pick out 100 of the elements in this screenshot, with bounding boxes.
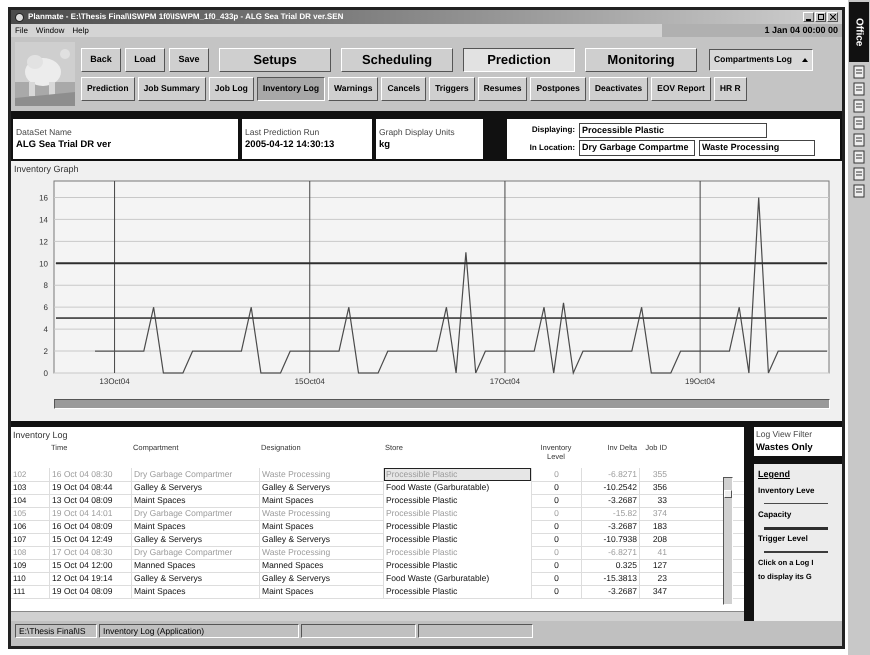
table-cell: 17 Oct 04 08:30	[49, 546, 131, 559]
document-icon[interactable]	[852, 82, 866, 96]
info-value: kg	[379, 138, 392, 152]
info-value: 2005-04-12 14:30:13	[245, 138, 336, 152]
document-icon[interactable]	[852, 133, 866, 147]
menu-item[interactable]: Window	[32, 24, 68, 36]
table-cell: 0	[531, 533, 581, 546]
table-cell: Galley & Serverys	[131, 533, 259, 546]
document-icon[interactable]	[852, 99, 866, 113]
minimize-button[interactable]	[803, 12, 814, 22]
table-cell: Maint Spaces	[131, 585, 259, 598]
view-tab[interactable]: Deactivates	[588, 76, 648, 100]
table-cell: 208	[639, 533, 669, 546]
info-label: Last Prediction Run	[245, 126, 320, 138]
row-number: 103	[12, 482, 28, 494]
info-label: DataSet Name	[16, 126, 73, 138]
view-tab[interactable]: Inventory Log	[256, 76, 326, 100]
table-cell: 0	[531, 559, 581, 572]
view-tab[interactable]: Prediction	[81, 76, 135, 100]
view-tab[interactable]: EOV Report	[651, 76, 711, 100]
tick-label: 17Oct04	[490, 376, 520, 386]
window-title: Planmate - E:\Thesis Final\ISWPM 1f0\ISWPM_1f0_433p - ALG Sea Trial DR ver.SEN	[28, 11, 344, 23]
filter-label: Log View Filter	[756, 428, 814, 441]
mode-tab[interactable]: Scheduling	[341, 48, 453, 72]
row-number: 111	[12, 586, 26, 598]
menu-item[interactable]: Help	[68, 24, 93, 36]
location-field: Dry Garbage Compartme	[579, 140, 695, 156]
table-cell: Maint Spaces	[131, 494, 259, 507]
menu-item[interactable]: File	[11, 24, 32, 36]
status-pane: E:\Thesis Final\IS	[15, 624, 97, 638]
table-cell: -15.3813	[581, 572, 639, 585]
tick-label: 15Oct04	[294, 376, 325, 386]
vertical-scrollbar[interactable]	[723, 477, 733, 605]
file-button[interactable]: Back	[81, 48, 121, 72]
table-cell: 0	[531, 468, 581, 481]
table-cell: -6.8271	[581, 546, 639, 559]
table-cell: 0	[531, 481, 581, 494]
document-icon[interactable]	[852, 65, 866, 79]
table-cell: 0	[531, 520, 581, 533]
view-tab[interactable]: Job Log	[208, 76, 254, 100]
view-tab[interactable]: Resumes	[478, 76, 528, 100]
table-cell: Galley & Serverys	[131, 481, 259, 494]
document-icon[interactable]	[852, 184, 866, 198]
table-cell: 23	[639, 572, 669, 585]
table-cell: -10.2542	[581, 481, 639, 494]
legend-line-icon	[764, 502, 828, 506]
table-cell: 0.325	[581, 559, 639, 572]
table-cell: 15 Oct 04 12:49	[49, 533, 131, 546]
location-label: In Location:	[528, 142, 575, 154]
table-cell: Processible Plastic	[383, 494, 531, 507]
mode-tab[interactable]: Setups	[219, 48, 331, 72]
table-cell: -15.82	[581, 507, 639, 520]
mode-tab[interactable]: Monitoring	[585, 48, 697, 72]
close-button[interactable]	[827, 12, 838, 22]
mode-tab[interactable]: Prediction	[463, 48, 575, 72]
log-title: Inventory Log	[12, 429, 69, 442]
log-dropdown[interactable]: Compartments Log	[709, 48, 813, 70]
maximize-button[interactable]	[815, 12, 826, 22]
horizontal-scrollbar[interactable]	[54, 398, 830, 408]
table-cell: 347	[639, 585, 669, 598]
document-icon[interactable]	[852, 116, 866, 130]
minimize-icon	[806, 19, 811, 21]
view-tab[interactable]: Cancels	[381, 76, 426, 100]
tick-label: 2	[44, 346, 48, 356]
status-pane: Inventory Log (Application)	[99, 624, 299, 638]
info-value: ALG Sea Trial DR ver	[16, 138, 112, 152]
graph-title: Inventory Graph	[14, 163, 80, 176]
location-field: Waste Processing	[699, 140, 815, 156]
legend-line-icon	[764, 526, 828, 530]
table-cell: Dry Garbage Compartmer	[131, 507, 259, 520]
document-icon[interactable]	[852, 150, 866, 164]
table-cell: Processible Plastic	[383, 520, 531, 533]
row-number: 109	[12, 560, 28, 572]
document-icon[interactable]	[852, 167, 866, 181]
view-tab[interactable]: HR R	[714, 76, 747, 100]
view-tab[interactable]: Triggers	[429, 76, 475, 100]
view-tab[interactable]: Job Summary	[138, 76, 206, 100]
legend-line-icon	[764, 550, 828, 554]
displaying-field: Processible Plastic	[579, 122, 767, 138]
tick-label: 12	[39, 236, 48, 246]
horizontal-scrollbar[interactable]	[11, 611, 744, 621]
table-cell: 183	[639, 520, 669, 533]
tick-label: 0	[44, 368, 48, 378]
view-tab[interactable]: Warnings	[328, 76, 378, 100]
view-tab[interactable]: Postpones	[530, 76, 586, 100]
scroll-thumb[interactable]	[724, 490, 732, 498]
file-button[interactable]: Load	[125, 48, 165, 72]
file-button[interactable]: Save	[169, 48, 209, 72]
table-cell: 19 Oct 04 08:44	[49, 481, 131, 494]
clock-display: 1 Jan 04 00:00 00	[662, 24, 842, 37]
legend-title: Legend	[758, 468, 792, 481]
table-cell: Galley & Serverys	[131, 572, 259, 585]
table-cell: Food Waste (Garburatable)	[383, 572, 531, 585]
app-icon	[15, 12, 24, 22]
info-label: Graph Display Units	[379, 126, 456, 138]
table-cell: 19 Oct 04 08:09	[49, 585, 131, 598]
row-number: 106	[12, 520, 28, 532]
table-cell: Dry Garbage Compartmer	[131, 468, 259, 481]
table-cell: Food Waste (Garburatable)	[383, 481, 531, 494]
tick-label: 13Oct04	[99, 376, 130, 386]
